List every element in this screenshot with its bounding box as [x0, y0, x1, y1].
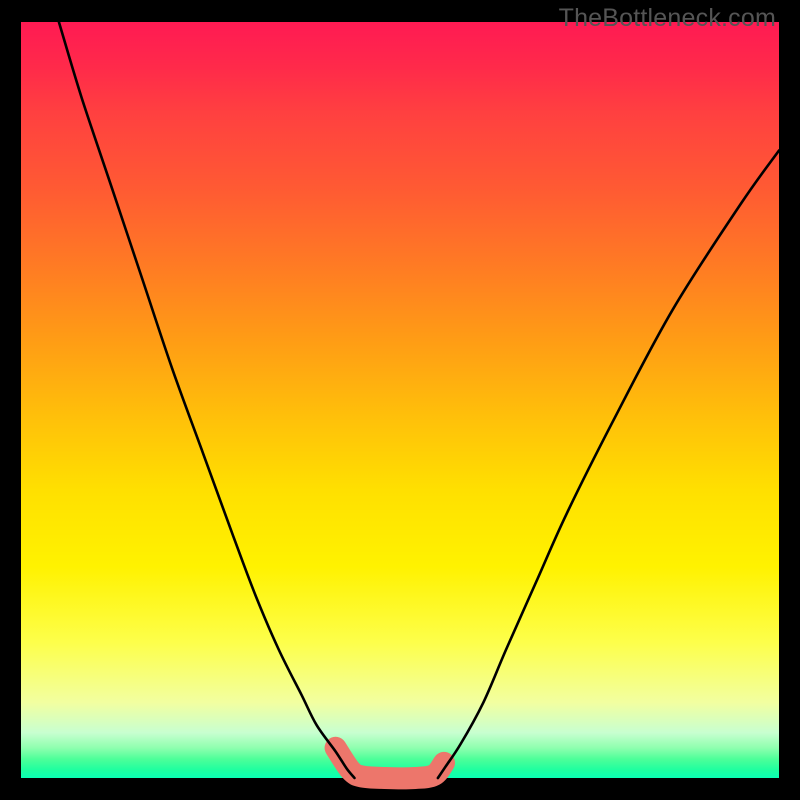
curves-layer	[21, 22, 779, 778]
left-curve	[59, 22, 355, 778]
attribution-watermark: TheBottleneck.com	[559, 4, 776, 33]
right-curve	[438, 151, 779, 779]
chart-frame: TheBottleneck.com	[0, 0, 800, 800]
